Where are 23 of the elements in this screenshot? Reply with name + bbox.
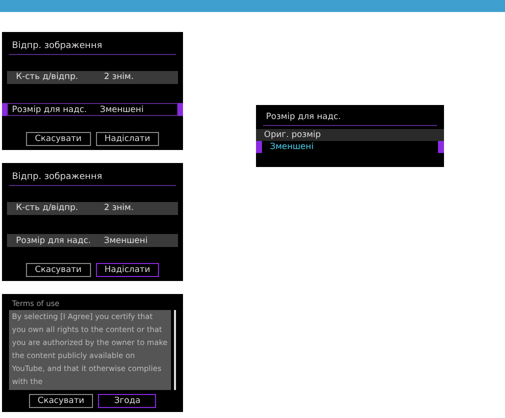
screen-button[interactable]: Надіслати (96, 263, 160, 277)
setting-label: К-сть д/відпр. (16, 203, 80, 214)
screen-button[interactable]: Скасувати (28, 394, 94, 408)
menu-option[interactable]: Зменшені (256, 141, 444, 153)
menu-option[interactable]: Ориг. розмір (256, 129, 444, 141)
setting-value: 2 знім. (104, 203, 134, 214)
setting-row[interactable]: Розмір для надс. Зменшені (7, 234, 178, 248)
setting-label: Розмір для надс. (12, 104, 88, 115)
screen-title: Відпр. зображення (9, 172, 176, 186)
screen-button[interactable]: Скасувати (26, 132, 91, 146)
setting-value: 2 знім. (104, 72, 134, 82)
setting-value: Зменшені (100, 104, 144, 115)
setting-row[interactable]: Розмір для надс. Зменшені (2, 103, 183, 116)
setting-label: Розмір для надс. (16, 236, 92, 246)
setting-value: Зменшені (104, 236, 148, 246)
screen-button[interactable]: Згода (98, 394, 156, 408)
setting-label: К-сть д/відпр. (16, 72, 80, 82)
setting-row[interactable]: К-сть д/відпр. 2 знім. (7, 202, 178, 215)
screen-button[interactable]: Скасувати (26, 263, 91, 277)
setting-row[interactable]: К-сть д/відпр. 2 знім. (7, 70, 178, 84)
screen-title: Відпр. зображення (9, 41, 176, 55)
menu-title: Розмір для надс. (263, 112, 437, 126)
screen-button[interactable]: Надіслати (96, 132, 160, 146)
